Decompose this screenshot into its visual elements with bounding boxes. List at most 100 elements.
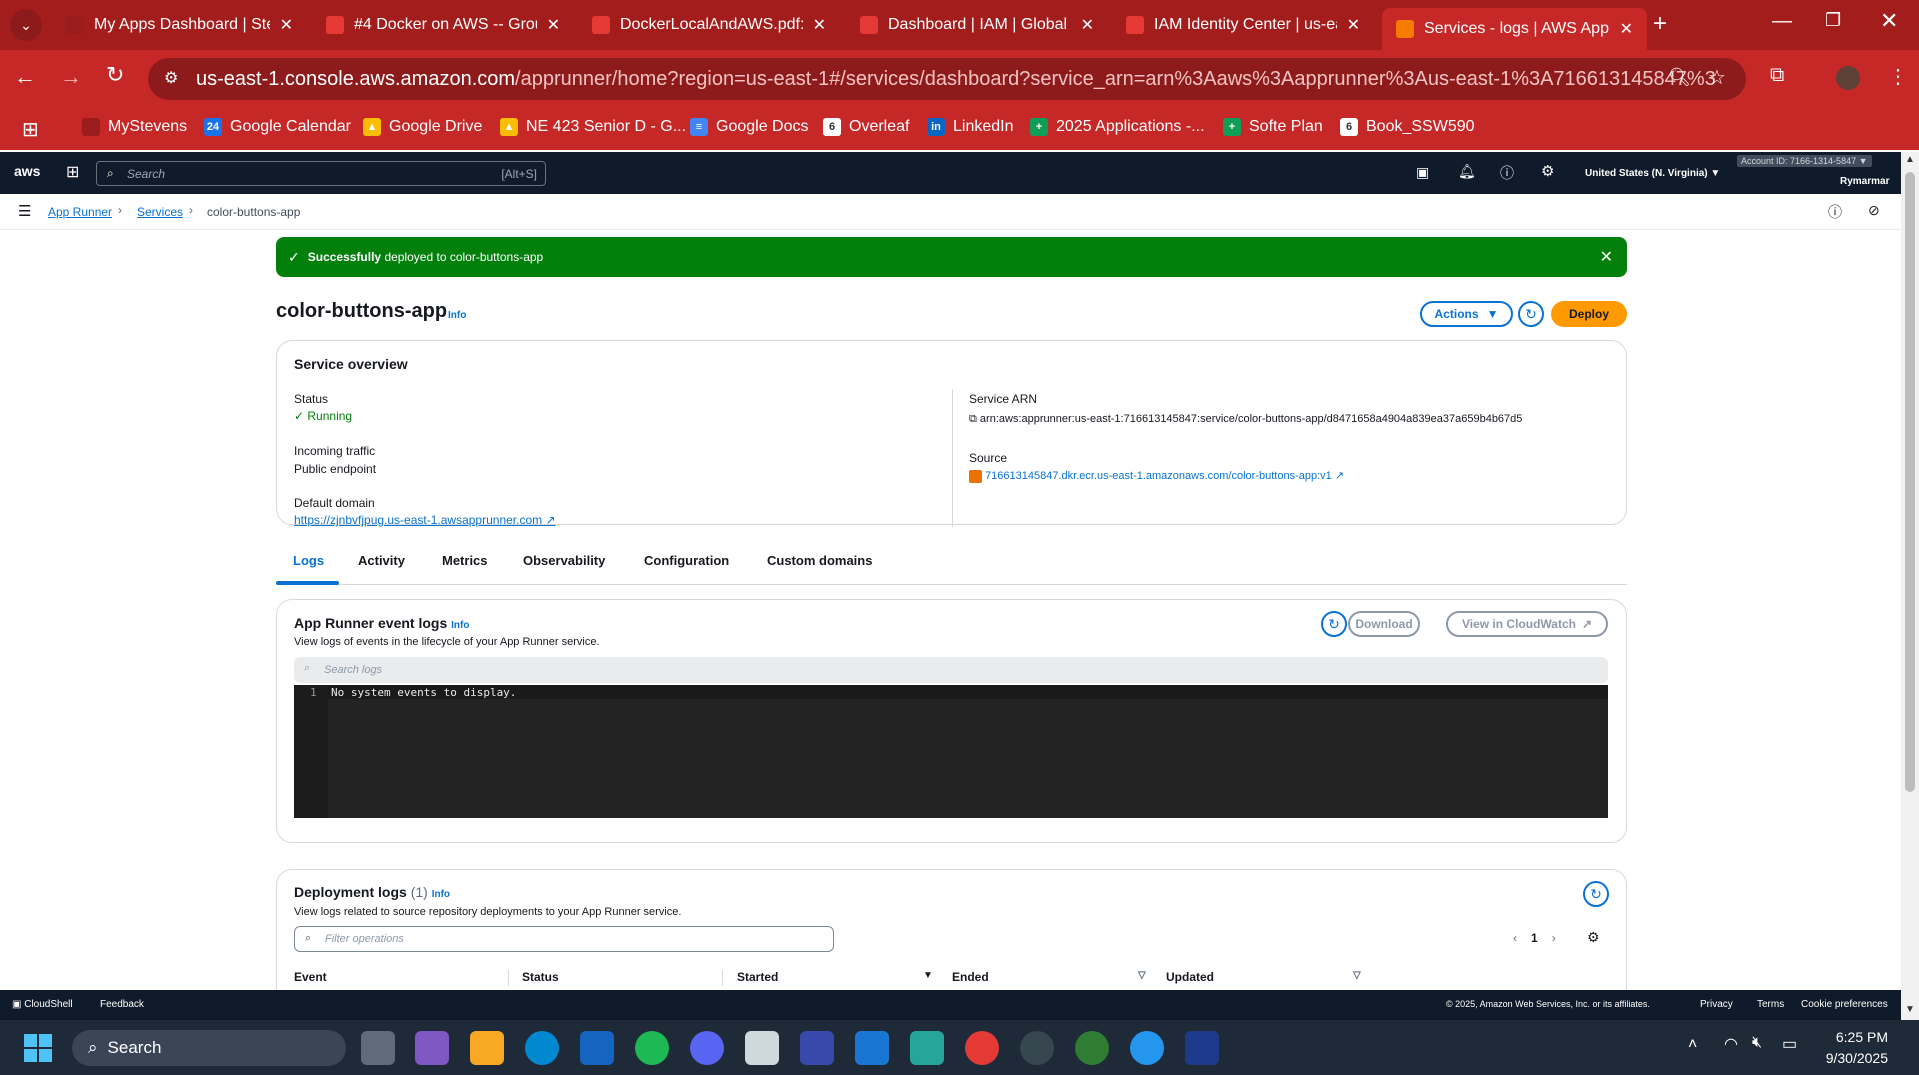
services-grid-icon[interactable]: ⊞ xyxy=(66,162,79,182)
windows-start-icon[interactable] xyxy=(24,1034,52,1062)
aws-search-input[interactable]: ⌕ Search [Alt+S] xyxy=(96,161,546,186)
bookmark-star-icon[interactable]: ☆ xyxy=(1708,65,1726,90)
taskbar-search[interactable]: ⌕ Search xyxy=(72,1030,346,1066)
site-info-icon[interactable]: ⚙ xyxy=(164,68,178,88)
restore-button[interactable]: ❐ xyxy=(1825,10,1841,31)
column-status[interactable]: Status xyxy=(522,970,559,984)
edge-icon[interactable] xyxy=(525,1031,559,1065)
scroll-thumb[interactable] xyxy=(1905,172,1915,792)
aws-logo[interactable]: aws xyxy=(14,163,40,179)
terms-link[interactable]: Terms xyxy=(1757,999,1784,1010)
copilot-icon[interactable] xyxy=(415,1031,449,1065)
actions-button[interactable]: Actions ▼ xyxy=(1420,301,1513,327)
browser-tab[interactable]: DockerLocalAndAWS.pdf: 2 ✕ xyxy=(578,8,840,42)
bookmark-item[interactable]: MyStevens xyxy=(82,118,187,136)
filter-operations-input[interactable]: ⌕ Filter operations xyxy=(294,926,834,952)
clock-date[interactable]: 9/30/2025 xyxy=(1808,1050,1888,1066)
tab-close-icon[interactable]: ✕ xyxy=(1620,19,1633,39)
menu-icon[interactable]: ⋮ xyxy=(1888,64,1908,89)
profile-avatar[interactable] xyxy=(1836,66,1860,90)
bookmark-item[interactable]: ▲ Google Drive xyxy=(363,118,482,136)
download-button[interactable]: Download xyxy=(1348,611,1420,637)
bookmark-item[interactable]: 6 Overleaf xyxy=(823,118,909,136)
tab-list-dropdown-button[interactable]: ⌄ xyxy=(10,9,42,41)
page-scrollbar[interactable]: ▲ ▼ xyxy=(1901,152,1919,1020)
discord-icon[interactable] xyxy=(690,1031,724,1065)
intellij-icon[interactable] xyxy=(800,1031,834,1065)
source-link[interactable]: 716613145847.dkr.ecr.us-east-1.amazonaws… xyxy=(969,469,1344,483)
view-cloudwatch-button[interactable]: View in CloudWatch ↗ xyxy=(1446,611,1608,637)
sort-ended-icon[interactable]: ▽ xyxy=(1138,970,1146,981)
wifi-icon[interactable]: ◠ xyxy=(1724,1034,1738,1054)
event-logs-info-link[interactable]: Info xyxy=(451,620,469,631)
feedback-link[interactable]: Feedback xyxy=(100,999,144,1010)
reload-button[interactable]: ↻ xyxy=(106,62,124,88)
column-updated[interactable]: Updated xyxy=(1166,970,1214,984)
cloudshell-link[interactable]: ▣ CloudShell xyxy=(12,999,73,1010)
browser-tab[interactable]: Services - logs | AWS App ✕ xyxy=(1382,8,1647,50)
notifications-icon[interactable]: 🔔︎ xyxy=(1458,163,1476,180)
bookmark-item[interactable]: 6 Book_SSW590 xyxy=(1340,118,1475,136)
apps-grid-icon[interactable]: ⊞ xyxy=(22,117,39,142)
tab-custom-domains[interactable]: Custom domains xyxy=(767,553,872,568)
store-icon[interactable] xyxy=(580,1031,614,1065)
minimize-button[interactable]: — xyxy=(1772,10,1792,33)
region-selector[interactable]: United States (N. Virginia) ▼ xyxy=(1585,168,1720,179)
chatgpt-icon[interactable] xyxy=(1020,1031,1054,1065)
tab-metrics[interactable]: Metrics xyxy=(442,553,488,568)
docker-icon[interactable] xyxy=(1130,1031,1164,1065)
bookmark-item[interactable]: + Softe Plan xyxy=(1223,118,1323,136)
tab-close-icon[interactable]: ✕ xyxy=(547,15,560,35)
column-ended[interactable]: Ended xyxy=(952,970,989,984)
account-id[interactable]: Account ID: 7166-1314-5847 ▼ xyxy=(1737,155,1872,167)
tab-activity[interactable]: Activity xyxy=(358,553,405,568)
tab-logs[interactable]: Logs xyxy=(293,553,324,568)
sort-started-icon[interactable]: ▼ xyxy=(923,970,933,981)
cloudshell-icon[interactable]: ▣ xyxy=(1416,164,1429,181)
privacy-link[interactable]: Privacy xyxy=(1700,999,1733,1010)
browser-tab[interactable]: My Apps Dashboard | Stev ✕ xyxy=(52,8,307,42)
search-logs-input[interactable]: ⌕ Search logs xyxy=(294,657,1608,683)
help-icon[interactable]: ⓘ xyxy=(1500,163,1514,183)
bookmark-item[interactable]: ≡ Google Docs xyxy=(690,118,809,136)
forward-button[interactable]: → xyxy=(60,64,82,90)
refresh-button[interactable]: ↻ xyxy=(1518,301,1544,327)
tab-close-icon[interactable]: ✕ xyxy=(280,15,293,35)
deploy-button[interactable]: Deploy xyxy=(1551,301,1627,327)
sort-updated-icon[interactable]: ▽ xyxy=(1353,970,1361,981)
zoom-icon[interactable]: 🔍︎ xyxy=(1668,67,1691,88)
chrome-profile-icon[interactable] xyxy=(1075,1031,1109,1065)
refresh-logs-button[interactable]: ↻ xyxy=(1321,611,1347,637)
settings-icon[interactable]: ⚙ xyxy=(1541,162,1554,180)
battery-icon[interactable]: ▭ xyxy=(1782,1034,1797,1054)
vscode-icon[interactable] xyxy=(855,1031,889,1065)
file-explorer-icon[interactable] xyxy=(470,1031,504,1065)
tab-close-icon[interactable]: ✕ xyxy=(1081,15,1094,35)
chrome-icon[interactable] xyxy=(965,1031,999,1065)
tab-configuration[interactable]: Configuration xyxy=(644,553,729,568)
show-hidden-icons[interactable]: ˄ xyxy=(1688,1036,1697,1054)
breadcrumb-app-runner[interactable]: App Runner xyxy=(48,205,112,219)
browser-tab[interactable]: #4 Docker on AWS -- Grou ✕ xyxy=(312,8,574,42)
scroll-down-icon[interactable]: ▼ xyxy=(1905,1004,1915,1015)
veeam-icon[interactable] xyxy=(910,1031,944,1065)
spotify-icon[interactable] xyxy=(635,1031,669,1065)
bookmark-item[interactable]: ▲ NE 423 Senior D - G... xyxy=(500,118,686,136)
column-event[interactable]: Event xyxy=(294,970,327,984)
browser-tab[interactable]: IAM Identity Center | us-ea ✕ xyxy=(1112,8,1374,42)
pdf-reader-icon[interactable] xyxy=(745,1031,779,1065)
bookmark-item[interactable]: 24 Google Calendar xyxy=(204,118,351,136)
default-domain-link[interactable]: https://zjnbvfjpug.us-east-1.awsapprunne… xyxy=(294,513,556,527)
powershell-icon[interactable] xyxy=(1185,1031,1219,1065)
task-view-icon[interactable] xyxy=(361,1031,395,1065)
tab-close-icon[interactable]: ✕ xyxy=(813,15,826,35)
prev-page-icon[interactable]: ‹ xyxy=(1513,931,1517,945)
hamburger-menu-icon[interactable]: ☰ xyxy=(18,202,31,220)
bookmark-item[interactable]: in LinkedIn xyxy=(927,118,1014,136)
refresh-deployments-button[interactable]: ↻ xyxy=(1583,881,1609,907)
close-window-button[interactable]: ✕ xyxy=(1880,8,1898,34)
dismiss-flash-icon[interactable]: ✕ xyxy=(1600,247,1613,267)
volume-muted-icon[interactable]: 🔇︎ xyxy=(1752,1034,1762,1052)
user-menu[interactable]: Rymarmar xyxy=(1840,176,1889,187)
column-started[interactable]: Started xyxy=(737,970,778,984)
